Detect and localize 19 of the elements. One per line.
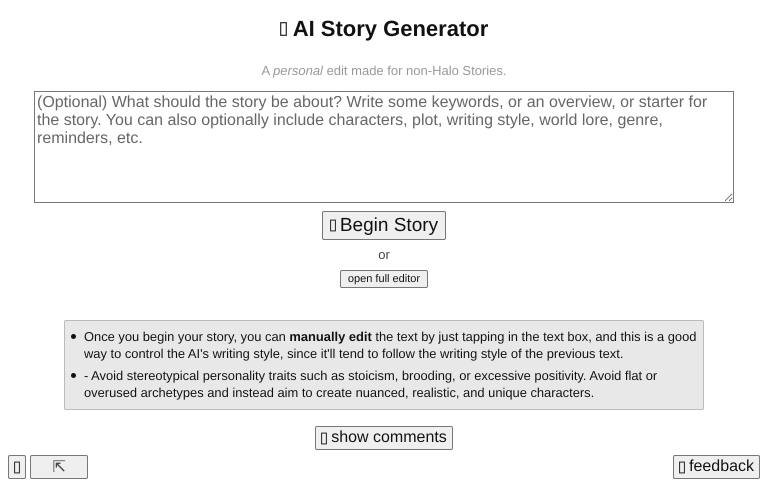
box-icon [14,460,20,474]
note-text: Once you begin your story, you can manually edit the text by just tapping in the text box, and this is a good way to control the AI's writing style, since it'll tend to follow the writing style of the previous text. [84,328,698,362]
box-icon [679,460,686,474]
feedback-button[interactable]: feedback [673,455,760,479]
story-field[interactable]: (Optional) What should the story be about? Write some keywords, or an overview, or starter for the story. You can also optionally include characters, plot, writing style, world lore, genre, reminders, etc. [34,91,734,203]
box-icon [280,21,287,37]
menu-button[interactable] [8,455,26,479]
open-editor-button[interactable]: open full editor [340,270,428,288]
show-comments-button[interactable]: show comments [315,426,453,450]
begin-story-button[interactable]: Begin Story [322,211,446,240]
page-title: AI Story Generator [292,16,488,42]
box-icon [330,219,336,232]
or-text: or [377,247,391,262]
corner-arrow-button[interactable]: ⇱ [30,455,88,479]
note-text: - Avoid stereotypical personality traits such as stoicism, brooding, or excessive positivity. Avoid flat or overused archetypes and instead aim to create nuanced, realistic, and unique characters. [84,367,658,401]
subtitle: A personal edit made for non-Halo Stories. [260,63,508,78]
box-icon [321,432,328,444]
bullet-icon [71,373,76,378]
bullet-icon [71,334,76,339]
